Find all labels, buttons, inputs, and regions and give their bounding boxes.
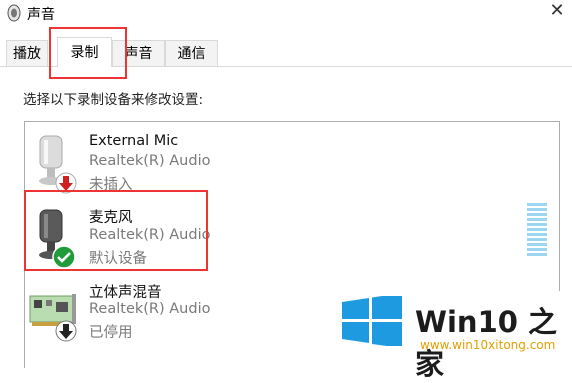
highlight-box-recording-tab: [49, 27, 127, 79]
highlight-box-default-device: [24, 190, 208, 271]
tab-communications[interactable]: 通信: [165, 40, 218, 66]
windows-logo-icon: [342, 296, 402, 346]
title-bar: 声音 ✕: [0, 0, 572, 30]
device-driver: Realtek(R) Audio: [89, 153, 211, 169]
close-button[interactable]: ✕: [542, 0, 572, 26]
level-meter: [527, 203, 547, 259]
window-title: 声音: [27, 7, 55, 23]
speaker-icon: [7, 4, 21, 22]
device-driver: Realtek(R) Audio: [89, 301, 211, 317]
device-status: 已停用: [89, 325, 133, 341]
device-name: External Mic: [89, 133, 179, 149]
watermark-url: www.win10xitong.com: [420, 338, 556, 352]
disabled-down-arrow-icon: [55, 320, 77, 342]
instruction-text: 选择以下录制设备来修改设置:: [23, 92, 204, 108]
device-name: 立体声混音: [89, 285, 162, 301]
watermark: Win10 之家 www.win10xitong.com: [340, 291, 572, 381]
tab-playback[interactable]: 播放: [6, 40, 48, 66]
